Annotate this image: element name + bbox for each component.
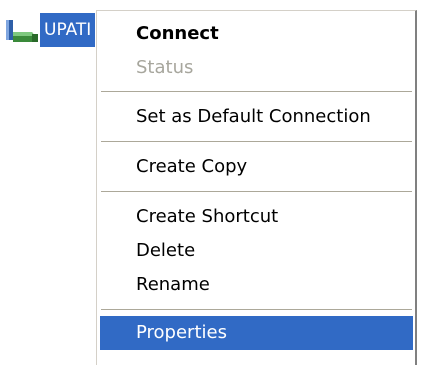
menu-item-status[interactable]: Status	[100, 51, 413, 85]
menu-item-set-default-connection[interactable]: Set as Default Connection	[100, 100, 413, 134]
menu-separator	[101, 191, 412, 193]
network-connection-icon[interactable]	[4, 18, 40, 44]
menu-separator	[101, 141, 412, 143]
connection-name-label[interactable]: UPATI	[40, 13, 96, 47]
menu-item-rename[interactable]: Rename	[100, 268, 413, 302]
menu-item-delete[interactable]: Delete	[100, 234, 413, 268]
context-menu: Connect Status Set as Default Connection…	[96, 10, 417, 365]
menu-item-properties[interactable]: Properties	[100, 316, 413, 350]
menu-item-connect[interactable]: Connect	[100, 17, 413, 51]
menu-item-create-copy[interactable]: Create Copy	[100, 150, 413, 184]
menu-item-create-shortcut[interactable]: Create Shortcut	[100, 200, 413, 234]
menu-separator	[101, 309, 412, 311]
menu-separator	[101, 91, 412, 93]
